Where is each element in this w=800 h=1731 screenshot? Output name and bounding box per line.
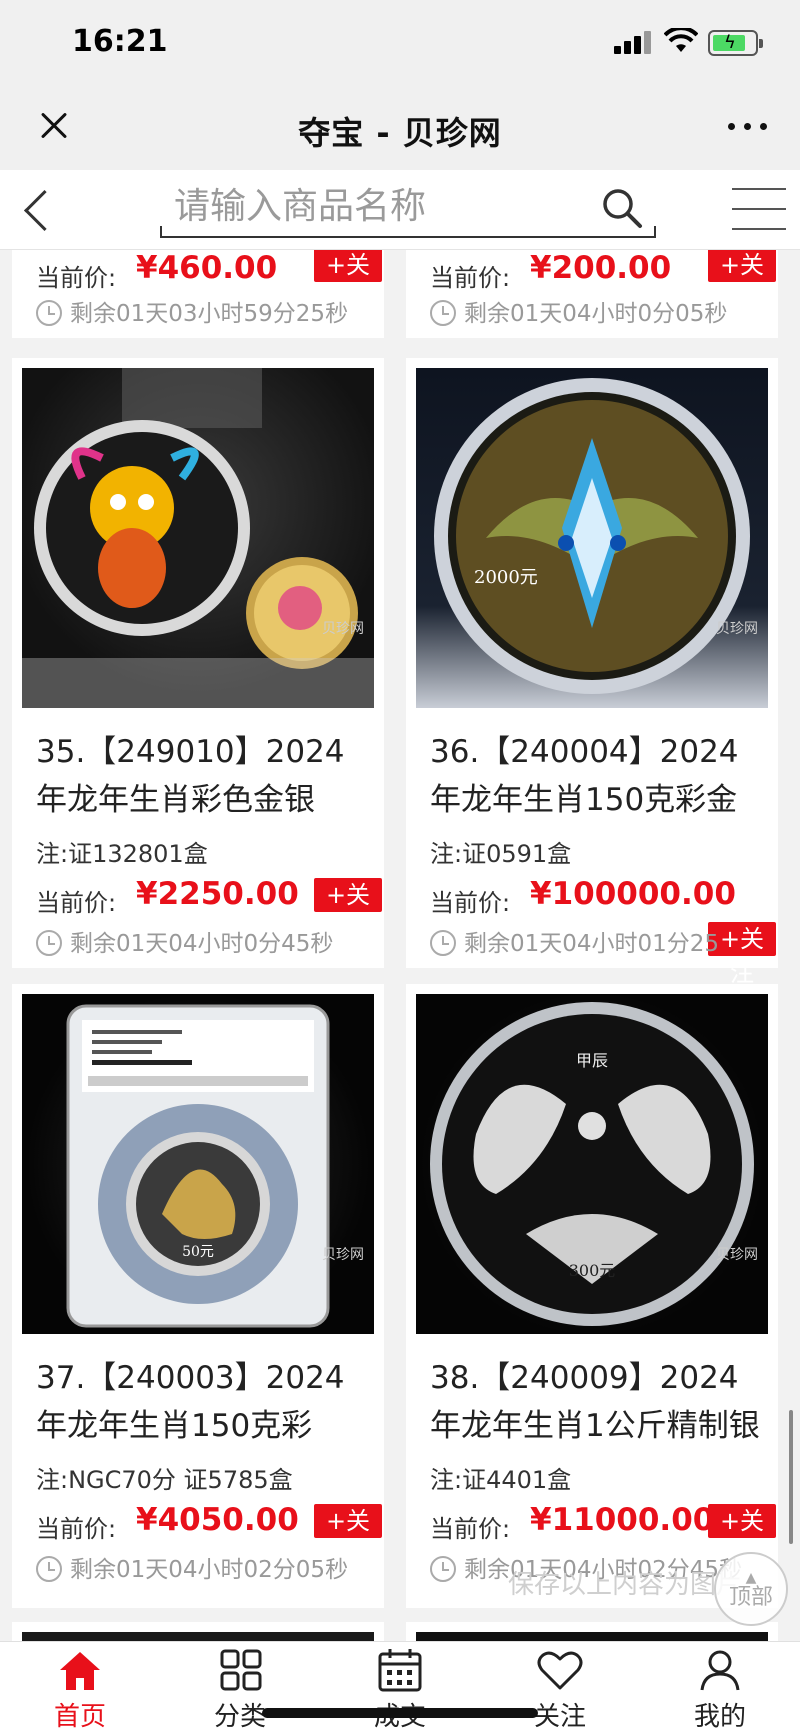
save-hint-text: 保存以上内容为图片 [508,1570,743,1600]
timer-text: 剩余01天04小时0分45秒 [70,931,334,957]
battery-icon: ϟ [708,30,763,56]
status-bar: 16:21 ϟ [0,0,800,88]
clock-icon [36,1556,62,1582]
current-price: ¥200.00 [530,250,672,286]
watermark-text: 贝珍网 [322,1247,364,1263]
follow-button[interactable]: +关注 [708,1504,776,1569]
svg-text:甲辰: 甲辰 [576,1051,608,1070]
back-to-top-label: 顶部 [728,1585,773,1610]
menu-button[interactable] [732,186,786,232]
watermark-text: 贝珍网 [322,621,364,637]
product-image[interactable]: 贝珍网 [22,368,374,708]
current-price: ¥4050.00 [136,1502,299,1538]
timer-text: 剩余01天04小时02分05秒 [70,1557,349,1583]
countdown-timer: 剩余01天04小时01分25秒 [430,924,726,968]
wifi-icon [664,28,698,52]
product-card[interactable]: 贝珍网 35.【249010】2024年龙年生肖彩色金银币… 注:证132801… [12,358,384,968]
clock-icon [36,930,62,956]
home-icon [60,1652,100,1690]
signal-icon [614,30,654,54]
product-card[interactable] [12,1622,384,1641]
tab-label: 首页 [53,1702,106,1731]
product-card[interactable]: 甲辰 300元 贝珍网 38.【240009】2024年龙年生肖1公斤精制银币 … [406,984,778,1608]
current-price: ¥460.00 [136,250,278,286]
watermark-text: 贝珍网 [716,1247,758,1263]
product-image[interactable] [416,1632,768,1641]
svg-text:300元: 300元 [569,1261,616,1280]
search-input[interactable] [174,184,574,228]
clock-icon [430,930,456,956]
price-label: 当前价: [36,264,117,292]
page-title: 夺宝 - 贝珍网 [298,114,502,152]
calendar-icon [378,1649,422,1692]
search-header [0,170,800,250]
current-price: ¥11000.00 [530,1502,715,1538]
product-image[interactable] [22,1632,374,1641]
tab-mine[interactable]: 我的 [640,1642,800,1731]
back-button[interactable] [20,188,56,234]
user-icon [700,1650,740,1691]
product-image[interactable]: 50元 贝珍网 [22,994,374,1334]
nav-bar: 夺宝 - 贝珍网 [0,88,800,170]
follow-button[interactable]: +关注 [314,1504,382,1569]
heart-icon [537,1651,583,1690]
countdown-timer: 剩余01天03小时59分25秒 [36,294,348,334]
list-item[interactable]: 当前价: ¥460.00 +关注 剩余01天03小时59分25秒 [12,250,384,338]
clock-icon [430,300,456,326]
product-name[interactable]: 37.【240003】2024年龙年生肖150克彩色… [36,1354,372,1450]
product-name[interactable]: 35.【249010】2024年龙年生肖彩色金银币… [36,728,372,824]
price-label: 当前价: [430,264,511,292]
tab-home[interactable]: 首页 [0,1642,160,1731]
svg-text:2000元: 2000元 [474,567,538,588]
clock-icon [430,1556,456,1582]
scrollbar[interactable] [789,1410,793,1544]
home-indicator [262,1708,538,1718]
product-card[interactable] [406,1622,778,1641]
product-name[interactable]: 36.【240004】2024年龙年生肖150克彩金币 [430,728,766,824]
product-list: 当前价: ¥460.00 +关注 剩余01天03小时59分25秒 当前价: ¥2… [0,250,800,1641]
current-price: ¥2250.00 [136,876,299,912]
timer-text: 剩余01天04小时01分25秒 [464,931,720,957]
clock-icon [36,300,62,326]
status-time: 16:21 [72,24,168,59]
follow-button[interactable]: +关注 [314,250,382,313]
product-image[interactable]: 甲辰 300元 贝珍网 [416,994,768,1334]
follow-button[interactable]: +关注 [314,878,382,943]
price-label: 当前价: [430,1515,511,1543]
timer-text: 剩余01天03小时59分25秒 [70,301,349,327]
svg-text:50元: 50元 [182,1244,214,1260]
product-card[interactable]: 2000元 贝珍网 36.【240004】2024年龙年生肖150克彩金币 注:… [406,358,778,987]
search-icon[interactable] [600,186,644,230]
product-image[interactable]: 2000元 贝珍网 [416,368,768,708]
product-note: 注:证4401盒 [430,1466,572,1494]
product-card[interactable]: 50元 贝珍网 37.【240003】2024年龙年生肖150克彩色… 注:NG… [12,984,384,1608]
countdown-timer: 剩余01天04小时0分05秒 [430,294,727,334]
back-to-top-button[interactable]: ▲ 顶部 [714,1552,788,1626]
watermark-text: 贝珍网 [716,621,758,637]
list-item[interactable]: 当前价: ¥200.00 +关注 剩余01天04小时0分05秒 [406,250,778,338]
tab-label: 我的 [693,1702,746,1731]
price-label: 当前价: [430,889,511,917]
price-label: 当前价: [36,1515,117,1543]
product-name[interactable]: 38.【240009】2024年龙年生肖1公斤精制银币 [430,1354,766,1450]
countdown-timer: 剩余01天04小时02分05秒 [36,1550,348,1590]
countdown-timer: 剩余01天04小时0分45秒 [36,924,333,964]
product-note: 注:证0591盒 [430,840,572,868]
product-note: 注:证132801盒 [36,840,208,868]
grid-icon [220,1649,262,1691]
current-price: ¥100000.00 [530,876,736,912]
timer-text: 剩余01天04小时0分05秒 [464,301,728,327]
follow-button[interactable]: +关注 [708,250,776,313]
more-options-button[interactable] [726,116,770,136]
price-label: 当前价: [36,889,117,917]
product-note: 注:NGC70分 证5785盒 [36,1466,293,1494]
search-box [160,180,656,238]
